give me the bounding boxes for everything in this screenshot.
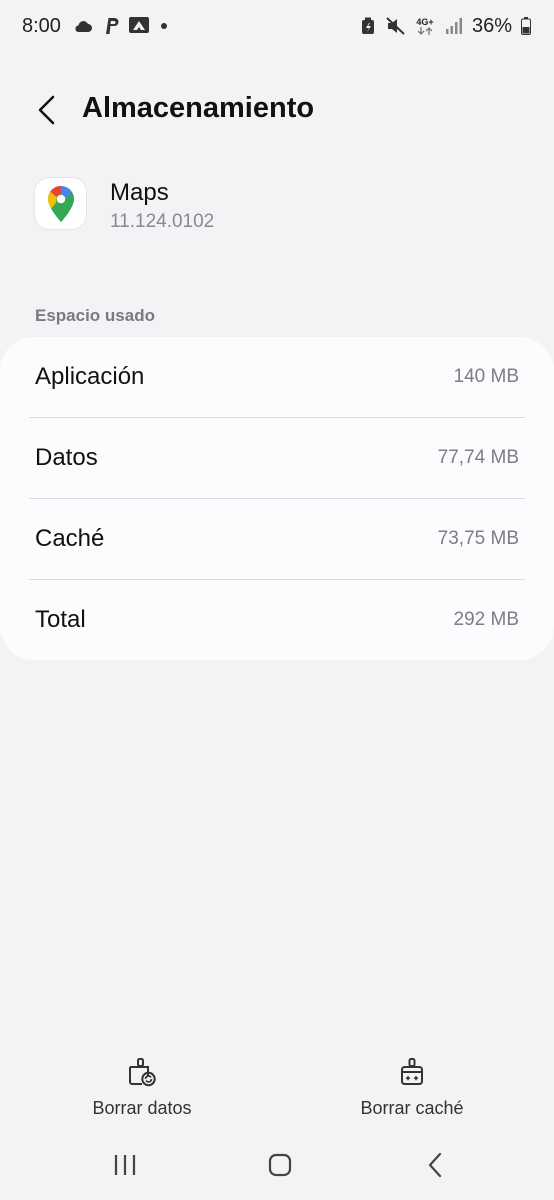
google-maps-icon (35, 178, 86, 229)
storage-card: Aplicación 140 MB Datos 77,74 MB Caché 7… (0, 337, 554, 660)
status-bar-right: 4G+ 36% (358, 15, 532, 38)
home-icon (268, 1153, 292, 1177)
back-icon (428, 1152, 442, 1178)
recents-icon (114, 1155, 136, 1175)
network-type-label: 4G+ (416, 16, 434, 27)
row-value: 292 MB (453, 609, 519, 630)
row-value: 140 MB (453, 366, 519, 387)
clear-cache-label: Borrar caché (360, 1098, 464, 1118)
storage-row-application: Aplicación 140 MB (0, 337, 554, 417)
signal-icon (444, 16, 464, 36)
app-bar: Almacenamiento (0, 78, 554, 140)
more-notifications-dot (160, 23, 167, 29)
recents-button[interactable] (95, 1145, 155, 1185)
clear-data-label: Borrar datos (92, 1098, 192, 1118)
page-title: Almacenamiento (82, 92, 315, 124)
network-icon: 4G+ (414, 16, 436, 36)
storage-row-cache: Caché 73,75 MB (0, 499, 554, 579)
navigation-bar (0, 1135, 554, 1195)
chevron-left-icon (38, 95, 55, 125)
row-label: Datos (35, 444, 98, 471)
cloud-icon (73, 16, 93, 36)
section-label: Espacio usado (35, 306, 155, 325)
battery-percentage: 36% (471, 14, 512, 37)
status-time: 8:00 (22, 14, 61, 37)
status-bar-left: 8:00 (22, 15, 167, 38)
back-button[interactable] (26, 90, 66, 130)
clear-data-icon (129, 1058, 156, 1087)
clear-cache-button[interactable]: Borrar caché (312, 1050, 512, 1125)
notification-icon (128, 16, 149, 36)
app-version: 11.124.0102 (110, 211, 215, 232)
mute-icon (386, 16, 406, 36)
paypal-icon (101, 16, 121, 36)
storage-row-total: Total 292 MB (0, 580, 554, 660)
status-bar: 8:00 4G+ 36% (0, 0, 554, 52)
row-label: Aplicación (35, 363, 145, 390)
nav-back-button[interactable] (405, 1145, 465, 1185)
row-value: 77,74 MB (437, 447, 519, 468)
app-info: Maps 11.124.0102 (35, 178, 515, 238)
battery-icon (520, 16, 532, 36)
row-label: Caché (35, 525, 105, 552)
row-label: Total (35, 606, 86, 633)
clear-cache-icon (401, 1058, 423, 1085)
clear-data-button[interactable]: Borrar datos (42, 1050, 242, 1125)
battery-saver-icon (358, 16, 378, 36)
storage-row-data: Datos 77,74 MB (0, 418, 554, 498)
bottom-actions: Borrar datos Borrar caché (0, 1050, 554, 1130)
home-button[interactable] (250, 1145, 310, 1185)
row-value: 73,75 MB (437, 528, 519, 549)
app-name: Maps (110, 179, 169, 206)
